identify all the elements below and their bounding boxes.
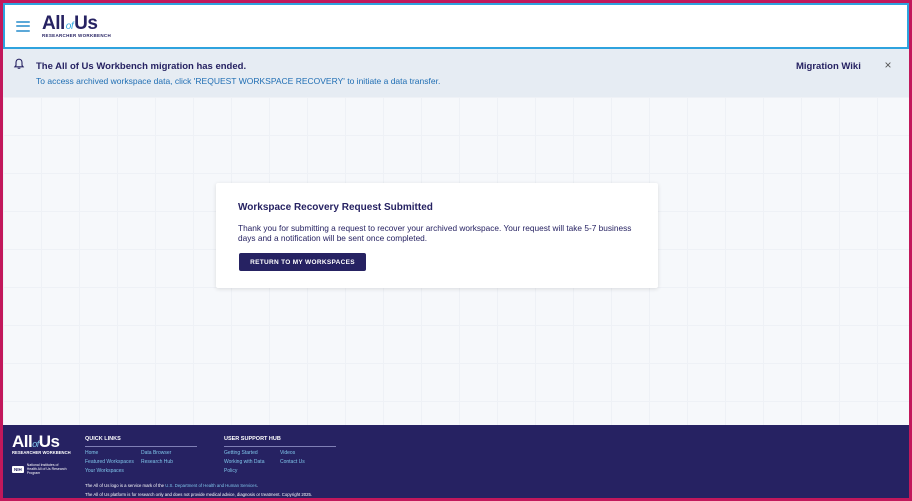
nih-text: National Institutes of Health All of Us … [26, 463, 67, 475]
bell-icon [13, 58, 25, 69]
migration-wiki-link[interactable]: Migration Wiki [796, 61, 861, 72]
close-icon[interactable]: × [882, 59, 894, 71]
hhs-link[interactable]: U.S. Department of Health and Human Serv… [165, 483, 256, 488]
footer-logo[interactable]: AllofUs RESEARCHER WORKBENCH [12, 433, 71, 455]
footer-link-policy[interactable]: Policy [224, 468, 237, 474]
footer-link-data-browser[interactable]: Data Browser [141, 450, 171, 456]
footer-disclaimer: The All of Us platform is for research o… [85, 492, 313, 497]
footer-logo-subtitle: RESEARCHER WORKBENCH [12, 450, 71, 455]
nih-logo[interactable]: NIH National Institutes of Health All of… [12, 463, 67, 475]
return-to-workspaces-button[interactable]: RETURN TO MY WORKSPACES [239, 253, 366, 271]
footer-link-your-workspaces[interactable]: Your Workspaces [85, 468, 124, 474]
footer-link-contact-us[interactable]: Contact Us [280, 459, 305, 465]
footer-link-featured-workspaces[interactable]: Featured Workspaces [85, 459, 134, 465]
footer-link-home[interactable]: Home [85, 450, 98, 456]
footer-link-research-hub[interactable]: Research Hub [141, 459, 173, 465]
banner-message: To access archived workspace data, click… [36, 76, 441, 86]
banner-title: The All of Us Workbench migration has en… [36, 61, 247, 72]
footer-service-mark-note: The All of Us logo is a service mark of … [85, 483, 258, 488]
quick-links-heading: QUICK LINKS [85, 436, 197, 447]
logo-text-of: of [65, 20, 74, 32]
allofus-logo[interactable]: AllofUs RESEARCHER WORKBENCH [42, 14, 111, 39]
service-mark-text: The All of Us logo is a service mark of … [85, 483, 166, 488]
nih-badge: NIH [12, 465, 24, 473]
logo-subtitle: RESEARCHER WORKBENCH [42, 32, 112, 38]
top-header: AllofUs RESEARCHER WORKBENCH [3, 3, 909, 49]
footer-logo-text-all: All [12, 432, 33, 451]
migration-banner: The All of Us Workbench migration has en… [3, 49, 909, 97]
hamburger-menu-icon[interactable] [16, 20, 30, 32]
service-mark-period: . [256, 483, 258, 488]
card-title: Workspace Recovery Request Submitted [238, 202, 433, 213]
recovery-confirmation-card: Workspace Recovery Request Submitted Tha… [216, 183, 658, 288]
user-support-hub-heading: USER SUPPORT HUB [224, 436, 336, 447]
app-frame: AllofUs RESEARCHER WORKBENCH The All of … [0, 0, 912, 501]
footer-link-videos[interactable]: Videos [280, 450, 295, 456]
footer: AllofUs RESEARCHER WORKBENCH NIH Nationa… [3, 425, 909, 498]
logo-text-us: Us [74, 12, 98, 34]
card-message: Thank you for submitting a request to re… [238, 223, 632, 243]
footer-logo-text-us: Us [38, 432, 60, 451]
footer-link-getting-started[interactable]: Getting Started [224, 450, 258, 456]
main-content: Workspace Recovery Request Submitted Tha… [3, 97, 909, 425]
logo-text-all: All [42, 12, 65, 34]
footer-link-working-with-data[interactable]: Working with Data [224, 459, 264, 465]
